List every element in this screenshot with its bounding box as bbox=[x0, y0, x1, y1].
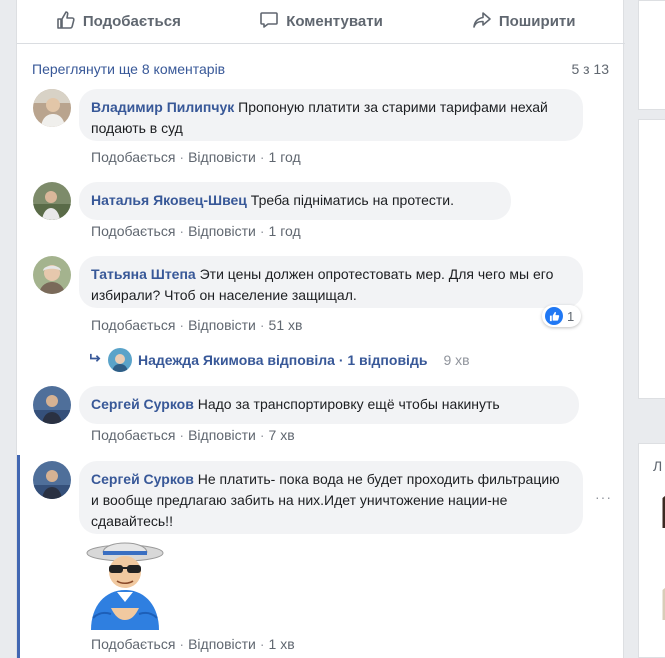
comment-reply-link[interactable]: Відповісти bbox=[188, 223, 256, 239]
comment-author[interactable]: Сергей Сурков bbox=[91, 396, 194, 412]
right-sidebar-card: Л bbox=[638, 443, 665, 658]
like-reaction-icon bbox=[545, 307, 563, 325]
comment-author[interactable]: Сергей Сурков bbox=[91, 471, 194, 487]
right-sidebar-card: у bbox=[638, 119, 665, 279]
comment-author[interactable]: Наталья Яковец-Швец bbox=[91, 192, 247, 208]
avatar[interactable] bbox=[33, 461, 71, 499]
share-label: Поширити bbox=[498, 13, 576, 30]
avatar[interactable] bbox=[33, 182, 71, 220]
separator-dot: · bbox=[179, 636, 185, 652]
comment-like-link[interactable]: Подобається bbox=[91, 636, 175, 652]
highlight-bar bbox=[17, 455, 20, 658]
comment-bubble: Татьяна Штепа Эти цены должен опротестов… bbox=[79, 256, 583, 308]
comment-timestamp[interactable]: 51 хв bbox=[269, 317, 303, 333]
comments-counter: 5 з 13 bbox=[571, 61, 609, 77]
comment-meta: Подобається · Відповісти · 1 год bbox=[91, 223, 301, 239]
separator-dot: · bbox=[259, 317, 265, 333]
comment-bubble: Сергей Сурков Надо за транспортировку ещ… bbox=[79, 386, 579, 424]
comment-meta: Подобається · Відповісти · 1 хв bbox=[91, 636, 295, 652]
comment-like-link[interactable]: Подобається bbox=[91, 149, 175, 165]
comment-meta: Подобається · Відповісти · 7 хв bbox=[91, 427, 295, 443]
separator-dot: · bbox=[259, 149, 265, 165]
comment-reply-link[interactable]: Відповісти bbox=[188, 427, 256, 443]
separator-dot: · bbox=[259, 427, 265, 443]
right-sidebar-card: у у у у bbox=[638, 271, 665, 399]
avatar[interactable] bbox=[33, 89, 71, 127]
comment-timestamp[interactable]: 1 хв bbox=[269, 636, 295, 652]
comment-meta: Подобається · Відповісти · 1 год bbox=[91, 149, 301, 165]
right-sidebar-card: с с 5 у bbox=[638, 0, 665, 110]
separator-dot: · bbox=[179, 149, 185, 165]
comment-timestamp[interactable]: 1 год bbox=[269, 223, 301, 239]
view-more-comments-link[interactable]: Переглянути ще 8 коментарів bbox=[32, 61, 225, 77]
comment-author[interactable]: Владимир Пилипчук bbox=[91, 99, 234, 115]
like-label: Подобається bbox=[82, 13, 181, 30]
post-card: Подобається Коментувати Поширити Перегля… bbox=[16, 0, 625, 658]
comment-bubble: Сергей Сурков Не платить- пока вода не б… bbox=[79, 461, 583, 534]
reply-summary-time: 9 хв bbox=[443, 352, 470, 368]
reply-arrow-icon bbox=[89, 352, 102, 368]
reply-summary-text[interactable]: Надежда Якимова відповіла · 1 відповідь bbox=[138, 352, 427, 368]
thumbs-up-icon bbox=[56, 10, 76, 34]
comment-icon bbox=[259, 10, 279, 34]
reaction-count: 1 bbox=[567, 308, 575, 324]
sidebar-avatar[interactable] bbox=[653, 490, 665, 550]
separator-dot: · bbox=[259, 223, 265, 239]
share-button[interactable]: Поширити bbox=[422, 0, 625, 43]
comment-reply-link[interactable]: Відповісти bbox=[188, 317, 256, 333]
comment-options-icon[interactable]: ··· bbox=[595, 489, 612, 505]
avatar[interactable] bbox=[33, 386, 71, 424]
reply-author-avatar bbox=[108, 348, 132, 372]
avatar[interactable] bbox=[33, 256, 71, 294]
separator-dot: · bbox=[259, 636, 265, 652]
like-button[interactable]: Подобається bbox=[17, 0, 220, 43]
separator-dot: · bbox=[179, 317, 185, 333]
separator-dot: · bbox=[179, 427, 185, 443]
post-actions-bar: Подобається Коментувати Поширити bbox=[17, 0, 625, 44]
comment-like-link[interactable]: Подобається bbox=[91, 223, 175, 239]
comment-label: Коментувати bbox=[286, 13, 383, 30]
sidebar-fragment: Л bbox=[653, 458, 663, 474]
sidebar-avatar[interactable] bbox=[653, 582, 665, 642]
comment-text: Надо за транспортировку ещё чтобы накину… bbox=[197, 396, 500, 412]
view-replies-link[interactable]: Надежда Якимова відповіла · 1 відповідь … bbox=[89, 348, 470, 372]
comment-bubble: Наталья Яковец-Швец Треба підніматись на… bbox=[79, 182, 511, 220]
comment-reply-link[interactable]: Відповісти bbox=[188, 149, 256, 165]
share-arrow-icon bbox=[472, 10, 492, 34]
comment-like-link[interactable]: Подобається bbox=[91, 317, 175, 333]
comment-timestamp[interactable]: 1 год bbox=[269, 149, 301, 165]
sticker-image bbox=[81, 538, 171, 630]
separator-dot: · bbox=[179, 223, 185, 239]
comment-author[interactable]: Татьяна Штепа bbox=[91, 266, 196, 282]
comment-bubble: Владимир Пилипчук Пропоную платити за ст… bbox=[79, 89, 583, 141]
comment-reply-link[interactable]: Відповісти bbox=[188, 636, 256, 652]
comment-meta: Подобається · Відповісти · 51 хв bbox=[91, 317, 302, 333]
comment-timestamp[interactable]: 7 хв bbox=[269, 427, 295, 443]
reaction-count-badge[interactable]: 1 bbox=[542, 305, 582, 327]
comment-button[interactable]: Коментувати bbox=[220, 0, 423, 43]
comment-like-link[interactable]: Подобається bbox=[91, 427, 175, 443]
comment-text: Треба підніматись на протести. bbox=[250, 192, 454, 208]
